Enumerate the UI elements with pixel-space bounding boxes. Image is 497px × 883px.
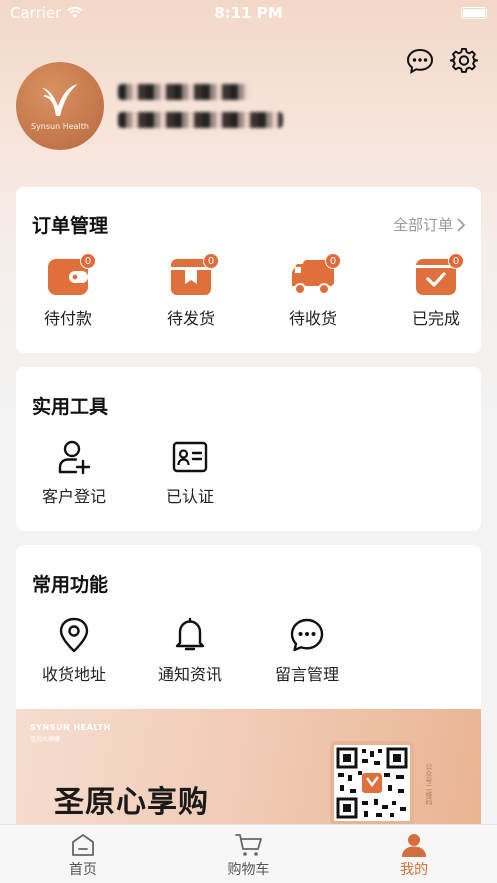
function-label: 收货地址 — [41, 665, 106, 684]
function-label: 留言管理 — [274, 665, 339, 684]
all-orders-link[interactable]: 全部订单 — [393, 214, 465, 235]
chevron-right-icon — [457, 217, 465, 232]
order-label: 已完成 — [411, 309, 460, 328]
tab-cart[interactable]: 购物车 — [166, 825, 332, 883]
qr-caption: 公众号二维码 — [425, 763, 433, 805]
function-message-management[interactable]: 留言管理 — [262, 617, 352, 685]
tools-card: 实用工具 客户登记 已认证 — [16, 367, 481, 531]
add-user-icon — [58, 440, 91, 475]
order-completed[interactable]: 0 已完成 — [391, 253, 481, 329]
battery-icon — [461, 7, 487, 19]
home-icon — [71, 834, 94, 856]
order-management-card: 订单管理 全部订单 0 待付款 0 待发货 0 待收货 0 已完成 — [16, 187, 481, 353]
tab-label: 我的 — [400, 862, 429, 878]
cart-icon — [234, 834, 262, 856]
function-label: 通知资讯 — [157, 665, 222, 684]
banner-brand: SYNSUN HEALTH — [30, 723, 111, 732]
profile-icon — [402, 834, 427, 857]
id-card-icon — [172, 441, 208, 473]
tab-label: 购物车 — [227, 862, 270, 878]
username-redacted — [118, 84, 248, 100]
avatar-brand-text: Synsun Health — [30, 121, 89, 131]
tool-label: 已认证 — [165, 487, 214, 506]
order-label: 待付款 — [43, 309, 92, 328]
bell-icon — [175, 617, 205, 651]
banner-brand-sub: 圣尚大健康 — [30, 736, 61, 743]
function-notifications[interactable]: 通知资讯 — [145, 617, 235, 685]
qr-code — [330, 741, 414, 825]
message-button[interactable] — [405, 46, 435, 76]
tools-title: 实用工具 — [32, 396, 109, 418]
order-pending-receipt[interactable]: 0 待收货 — [268, 253, 358, 329]
promo-banner[interactable]: SYNSUN HEALTH 圣尚大健康 圣原心享购 公众号 | 素材库 公众号二… — [16, 709, 481, 825]
badge-completed: 0 — [448, 253, 464, 269]
functions-title: 常用功能 — [32, 574, 109, 596]
order-pending-payment[interactable]: 0 待付款 — [23, 253, 113, 329]
order-label: 待收货 — [288, 309, 337, 328]
badge-pending-payment: 0 — [80, 253, 96, 269]
message-icon — [406, 48, 434, 74]
tool-customer-registration[interactable]: 客户登记 — [29, 439, 119, 507]
location-pin-icon — [59, 617, 89, 653]
user-id-redacted — [118, 112, 283, 128]
status-bar: Carrier 8:11 PM — [0, 0, 497, 26]
function-shipping-address[interactable]: 收货地址 — [29, 617, 119, 685]
tab-profile[interactable]: 我的 — [331, 825, 497, 883]
order-management-title: 订单管理 — [32, 215, 109, 237]
tab-label: 首页 — [68, 862, 97, 878]
tool-label: 客户登记 — [41, 487, 106, 506]
tab-bar: 首页 购物车 我的 — [0, 824, 497, 883]
functions-card: 常用功能 收货地址 通知资讯 留言管理 — [16, 545, 481, 715]
carrier-label: Carrier — [10, 4, 62, 22]
qr-code-icon — [336, 747, 408, 819]
wifi-icon — [67, 7, 83, 18]
avatar[interactable]: Synsun Health — [16, 62, 104, 150]
tab-home[interactable]: 首页 — [0, 825, 166, 883]
order-pending-shipment[interactable]: 0 待发货 — [146, 253, 236, 329]
gear-icon — [450, 47, 478, 73]
badge-pending-shipment: 0 — [203, 253, 219, 269]
all-orders-label: 全部订单 — [392, 216, 453, 234]
synsun-logo-icon — [42, 83, 78, 116]
order-label: 待发货 — [166, 309, 215, 328]
settings-button[interactable] — [449, 46, 479, 76]
tool-verified[interactable]: 已认证 — [145, 439, 235, 507]
chat-bubble-icon — [290, 618, 324, 652]
badge-pending-receipt: 0 — [325, 253, 341, 269]
profile-header[interactable]: Synsun Health — [16, 62, 283, 150]
